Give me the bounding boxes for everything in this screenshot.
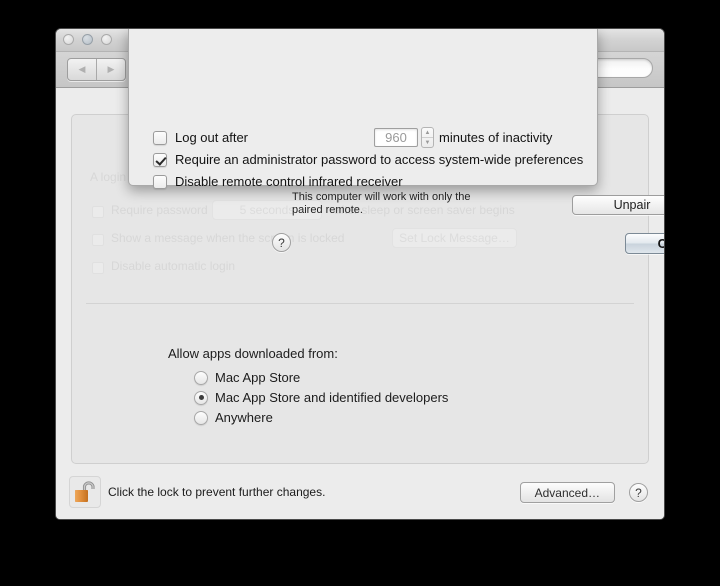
radio-indicator [194, 370, 208, 385]
disable-ir-receiver-row[interactable]: Disable remote control infrared receiver [153, 174, 403, 189]
radio-indicator-selected [194, 390, 208, 405]
radio-label: Mac App Store and identified developers [215, 390, 449, 405]
stepper-down-icon[interactable]: ▼ [422, 138, 433, 147]
log-out-after-suffix-row: minutes of inactivity [439, 130, 552, 145]
advanced-button[interactable]: Advanced… [519, 482, 615, 503]
log-out-after-checkbox[interactable] [153, 130, 167, 145]
allow-apps-label: Allow apps downloaded from: [168, 346, 338, 361]
require-admin-password-row[interactable]: Require an administrator password to acc… [153, 152, 583, 167]
security-privacy-window: Security & Privacy ◀ ▶ Show All General … [55, 28, 665, 520]
set-lock-message-button[interactable]: Set Lock Message… [392, 228, 517, 248]
radio-mac-app-store-and-identified-developers[interactable]: Mac App Store and identified developers [194, 390, 448, 405]
disable-autologin-checkbox[interactable] [92, 262, 104, 274]
stepper-up-icon[interactable]: ▲ [422, 128, 433, 138]
help-button[interactable]: ? [629, 483, 648, 502]
show-lock-message-checkbox[interactable] [92, 234, 104, 246]
radio-indicator [194, 410, 208, 425]
disable-autologin-label: Disable automatic login [111, 259, 236, 273]
log-out-after-label: Log out after [175, 130, 248, 145]
disable-ir-receiver-label: Disable remote control infrared receiver [175, 174, 403, 189]
require-admin-password-checkbox[interactable] [153, 152, 167, 167]
require-password-checkbox[interactable] [92, 206, 104, 218]
unpair-button[interactable]: Unpair [572, 195, 664, 215]
log-out-after-row: Log out after [153, 130, 248, 145]
forward-button[interactable]: ▶ [96, 59, 125, 80]
disable-ir-receiver-checkbox[interactable] [153, 174, 167, 189]
back-arrow-icon: ◀ [78, 64, 86, 74]
back-button[interactable]: ◀ [68, 59, 96, 80]
require-password-label: Require password [111, 203, 208, 217]
sheet-help-button[interactable]: ? [272, 233, 291, 252]
paired-remote-note: This computer will work with only the pa… [292, 191, 471, 216]
log-out-minutes-field[interactable]: 960 [374, 128, 418, 147]
unlocked-padlock-icon [75, 481, 95, 502]
navigation-segmented-control: ◀ ▶ [67, 58, 126, 81]
lock-hint-text: Click the lock to prevent further change… [108, 485, 326, 499]
lock-button[interactable] [69, 476, 101, 508]
radio-mac-app-store[interactable]: Mac App Store [194, 370, 300, 385]
radio-anywhere[interactable]: Anywhere [194, 410, 273, 425]
radio-label: Mac App Store [215, 370, 301, 385]
show-lock-message-label: Show a message when the screen is locked [111, 231, 345, 245]
forward-arrow-icon: ▶ [107, 64, 115, 74]
radio-label: Anywhere [215, 410, 273, 425]
ok-button[interactable]: OK [625, 233, 664, 254]
panel-divider [86, 303, 634, 304]
require-admin-password-label: Require an administrator password to acc… [175, 152, 584, 167]
advanced-options-sheet: Log out after 960 ▲ ▼ minutes of inactiv… [128, 29, 664, 254]
log-out-minutes-stepper[interactable]: ▲ ▼ [421, 127, 434, 148]
log-out-after-suffix: minutes of inactivity [439, 130, 553, 145]
